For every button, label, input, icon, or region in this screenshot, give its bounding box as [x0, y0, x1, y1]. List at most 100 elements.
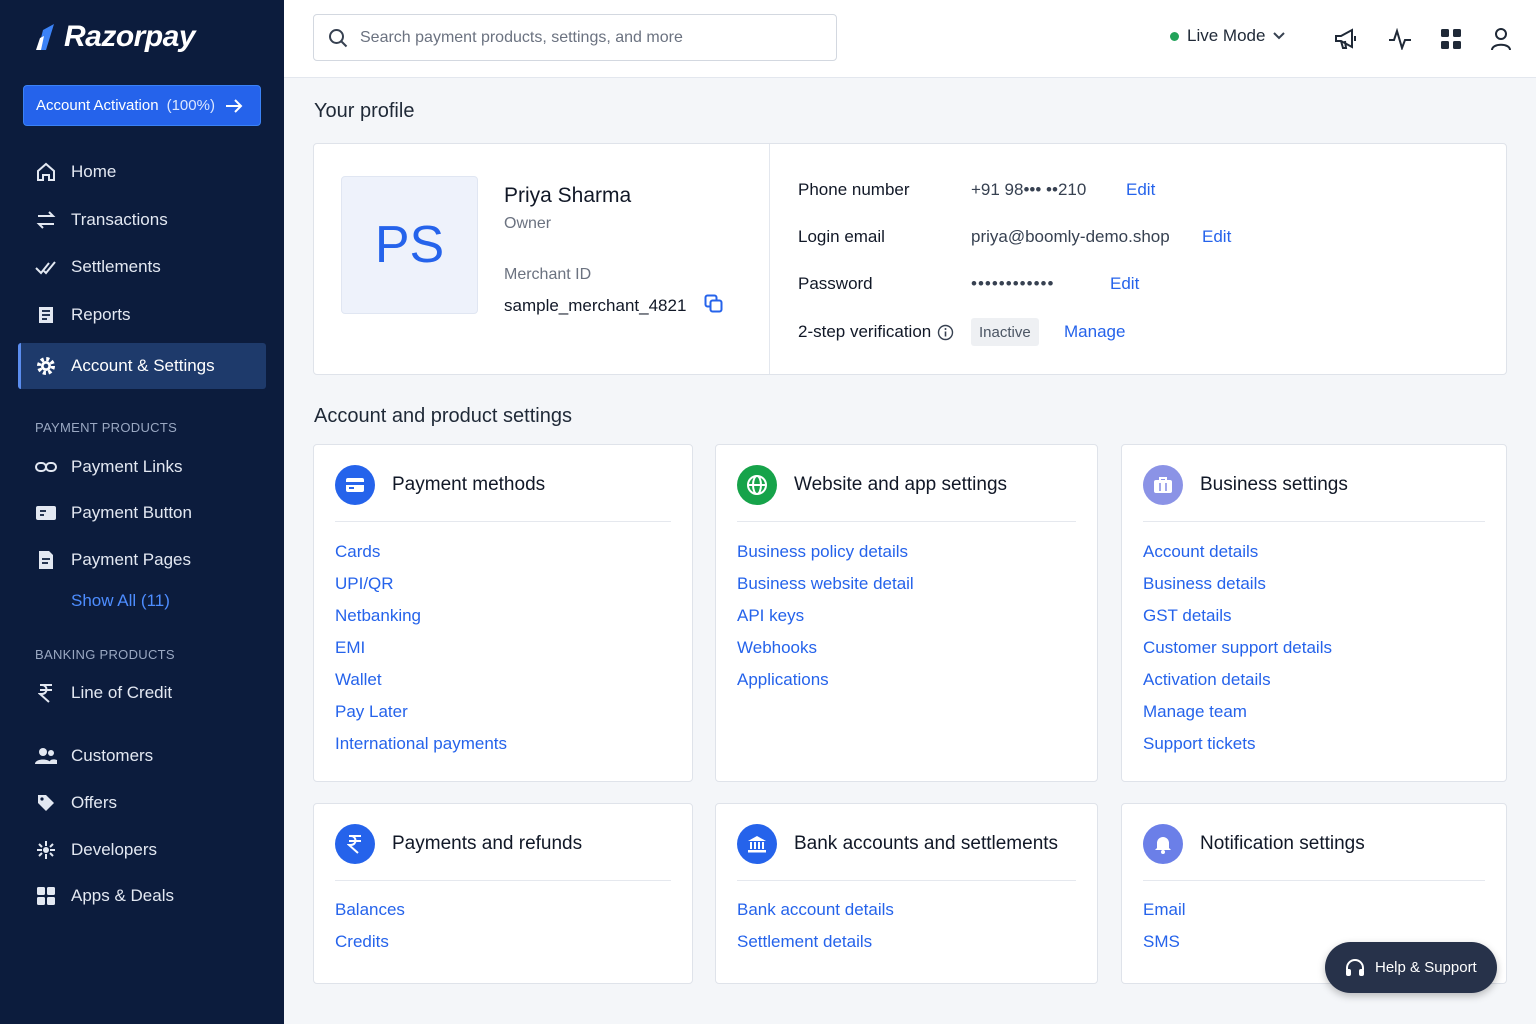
apps-icon — [35, 885, 57, 907]
card-title: Bank accounts and settlements — [794, 833, 1059, 854]
link-activation-details[interactable]: Activation details — [1143, 670, 1332, 702]
divider — [737, 521, 1076, 522]
sidebar-item-label: Developers — [71, 840, 157, 859]
card-title: Business settings — [1200, 474, 1348, 495]
link-pay-later[interactable]: Pay Later — [335, 702, 507, 734]
link-netbanking[interactable]: Netbanking — [335, 606, 507, 638]
link-upi-qr[interactable]: UPI/QR — [335, 574, 507, 606]
sidebar-item-apps-deals[interactable]: Apps & Deals — [18, 873, 266, 919]
tag-icon — [35, 792, 57, 814]
live-status-dot — [1170, 31, 1179, 41]
rupee-circle-icon — [335, 824, 375, 864]
activation-percent: (100%) — [166, 97, 215, 114]
account-activation-button[interactable]: Account Activation (100%) — [23, 85, 261, 126]
link-bank-account-details[interactable]: Bank account details — [737, 900, 894, 932]
link-business-policy-details[interactable]: Business policy details — [737, 542, 914, 574]
sidebar-item-offers[interactable]: Offers — [18, 780, 266, 826]
megaphone-icon[interactable] — [1333, 26, 1359, 52]
password-label: Password — [798, 274, 873, 293]
link-webhooks[interactable]: Webhooks — [737, 638, 914, 670]
sidebar-item-reports[interactable]: Reports — [18, 292, 266, 338]
link-customer-support-details[interactable]: Customer support details — [1143, 638, 1332, 670]
show-all-link[interactable]: Show All (11) — [71, 591, 170, 611]
password-value: •••••••••••• — [971, 274, 1055, 293]
help-support-button[interactable]: Help & Support — [1325, 942, 1497, 993]
sidebar-item-label: Payment Pages — [71, 550, 192, 569]
divider — [335, 880, 671, 881]
sidebar-item-label: Transactions — [71, 210, 168, 229]
sidebar-item-home[interactable]: Home — [18, 149, 266, 195]
razorpay-logo-icon — [36, 24, 54, 50]
user-profile-icon[interactable] — [1488, 26, 1514, 52]
sidebar-item-customers[interactable]: Customers — [18, 733, 266, 779]
sidebar-item-account-settings[interactable]: Account & Settings — [18, 343, 266, 389]
profile-name: Priya Sharma — [504, 184, 632, 207]
copy-icon[interactable] — [704, 294, 724, 319]
sidebar-item-label: Reports — [71, 305, 131, 324]
sidebar-item-payment-pages[interactable]: Payment Pages — [18, 537, 266, 583]
chevron-down-icon — [1273, 32, 1286, 40]
divider — [335, 521, 671, 522]
divider — [737, 880, 1076, 881]
help-support-label: Help & Support — [1375, 959, 1477, 976]
link-icon — [35, 456, 57, 478]
sidebar-item-settlements[interactable]: Settlements — [18, 244, 266, 290]
mode-label: Live Mode — [1187, 26, 1266, 45]
edit-email-link[interactable]: Edit — [1202, 227, 1231, 247]
activity-icon[interactable] — [1387, 26, 1413, 52]
link-manage-team[interactable]: Manage team — [1143, 702, 1332, 734]
link-gst-details[interactable]: GST details — [1143, 606, 1332, 638]
customers-icon — [35, 745, 57, 767]
sidebar-item-label: Customers — [71, 746, 154, 765]
link-applications[interactable]: Applications — [737, 670, 914, 702]
sidebar-item-label: Account & Settings — [71, 356, 215, 375]
phone-label: Phone number — [798, 180, 910, 199]
sidebar-item-line-of-credit[interactable]: Line of Credit — [18, 670, 266, 716]
link-support-tickets[interactable]: Support tickets — [1143, 734, 1332, 766]
profile-role: Owner — [504, 215, 552, 232]
apps-grid-icon[interactable] — [1438, 26, 1464, 52]
bell-icon — [1143, 824, 1183, 864]
link-api-keys[interactable]: API keys — [737, 606, 914, 638]
sidebar-item-payment-links[interactable]: Payment Links — [18, 444, 266, 490]
payment-products-label: PAYMENT PRODUCTS — [35, 420, 178, 435]
card-website-app-settings: Website and app settings Business policy… — [715, 444, 1098, 782]
search-icon — [329, 28, 348, 47]
link-wallet[interactable]: Wallet — [335, 670, 507, 702]
logo-text: Razorpay — [64, 20, 196, 53]
settings-section-title: Account and product settings — [314, 405, 572, 427]
link-balances[interactable]: Balances — [335, 900, 405, 932]
arrow-right-icon — [225, 98, 243, 113]
twofa-label: 2-step verification — [798, 322, 932, 341]
search-input[interactable]: Search payment products, settings, and m… — [313, 14, 837, 61]
email-value: priya@boomly-demo.shop — [971, 227, 1170, 246]
link-sms[interactable]: SMS — [1143, 932, 1186, 964]
profile-card: PS Priya Sharma Owner Merchant ID sample… — [313, 143, 1507, 375]
link-business-website-detail[interactable]: Business website detail — [737, 574, 914, 606]
link-business-details[interactable]: Business details — [1143, 574, 1332, 606]
link-emi[interactable]: EMI — [335, 638, 507, 670]
avatar: PS — [341, 176, 478, 314]
sidebar-item-transactions[interactable]: Transactions — [18, 197, 266, 243]
link-email[interactable]: Email — [1143, 900, 1186, 932]
razorpay-logo[interactable]: Razorpay — [34, 20, 196, 54]
link-settlement-details[interactable]: Settlement details — [737, 932, 894, 964]
sidebar-item-developers[interactable]: Developers — [18, 827, 266, 873]
edit-phone-link[interactable]: Edit — [1126, 180, 1155, 200]
manage-twofa-link[interactable]: Manage — [1064, 322, 1125, 342]
sidebar-item-payment-button[interactable]: Payment Button — [18, 490, 266, 536]
card-title: Notification settings — [1200, 833, 1365, 854]
sidebar-item-label: Settlements — [71, 257, 161, 276]
link-credits[interactable]: Credits — [335, 932, 405, 964]
info-icon[interactable] — [937, 324, 954, 341]
link-international-payments[interactable]: International payments — [335, 734, 507, 766]
sidebar: Razorpay Account Activation (100%) Home … — [0, 0, 284, 1024]
edit-password-link[interactable]: Edit — [1110, 274, 1139, 294]
topbar: Search payment products, settings, and m… — [284, 0, 1536, 78]
mode-selector[interactable]: Live Mode — [1170, 26, 1286, 46]
merchant-id-label: Merchant ID — [504, 266, 592, 283]
link-account-details[interactable]: Account details — [1143, 542, 1332, 574]
link-cards[interactable]: Cards — [335, 542, 507, 574]
sidebar-item-label: Payment Links — [71, 457, 183, 476]
email-label: Login email — [798, 227, 885, 246]
